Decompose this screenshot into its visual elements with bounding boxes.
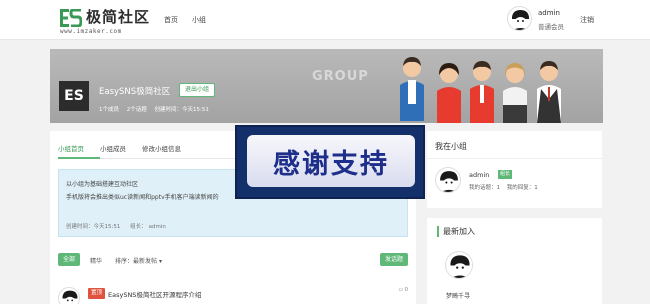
intro-line-2: 手机版将会推出类似uc读新闻和pptv手机客户端读新闻的 — [66, 194, 219, 201]
my-topics: 我的话题：1 — [469, 185, 500, 191]
intro-leader-label: 组长： — [130, 224, 147, 230]
comment-icon: ▫ — [399, 287, 403, 293]
thanks-text: 感谢支持 — [273, 148, 389, 180]
my-group-panel: 我在小组 admin 组长 我的话题：1 我的回复：1 — [427, 131, 602, 208]
sort-value[interactable]: 最新发帖 — [133, 258, 157, 265]
topic-filter-bar: 全部 精华 排序：最新发帖 ▾ 发话题 — [58, 253, 408, 269]
my-group-title: 我在小组 — [435, 142, 467, 151]
my-stats: 我的话题：1 我的回复：1 — [469, 183, 543, 191]
thanks-overlay-banner: 感谢支持 — [235, 125, 425, 199]
group-stats: 1个成员 2个话题 创建时间：今天15:51 — [99, 105, 215, 113]
avatar-face-icon — [436, 168, 460, 192]
active-tab-indicator — [58, 157, 100, 159]
logo-text: 极简社区 — [86, 8, 151, 26]
topic-title[interactable]: EasySNS极简社区开源程序介绍 — [108, 289, 201, 299]
group-banner: ES EasySNS极简社区 退出小组 1个成员 2个话题 创建时间：今天15:… — [50, 49, 603, 123]
intro-created: 创建时间：今天15:51 — [66, 224, 121, 230]
logout-link[interactable]: 注销 — [580, 15, 594, 25]
nav-groups[interactable]: 小组 — [192, 15, 206, 25]
filter-featured[interactable]: 精华 — [90, 256, 102, 265]
new-topic-button[interactable]: 发话题 — [379, 253, 408, 266]
tab-edit-group[interactable]: 修改小组信息 — [142, 143, 181, 153]
filter-all-button[interactable]: 全部 — [58, 253, 81, 266]
top-navbar: 极简社区 www.imzaker.com 首页 小组 admin 普通会员 注销 — [0, 0, 650, 40]
nav-home[interactable]: 首页 — [164, 15, 178, 25]
es-logo-icon — [60, 9, 82, 27]
group-tabs: 小组首页 小组成员 修改小组信息 — [58, 143, 197, 153]
avatar-face-icon — [508, 7, 531, 30]
avatar-face-icon — [59, 288, 79, 304]
topic-row[interactable]: 置顶 EasySNS极简社区开源程序介绍 ▫ 0 — [58, 283, 408, 304]
thanks-overlay-inner: 感谢支持 — [247, 135, 415, 187]
sticky-badge: 置顶 — [88, 288, 106, 299]
newest-title: 最新加入 — [437, 226, 475, 237]
sort-label: 排序： — [115, 258, 134, 265]
my-avatar[interactable] — [435, 167, 461, 193]
my-replies: 我的回复：1 — [506, 185, 538, 191]
side-divider — [427, 158, 602, 159]
created-time: 创建时间：今天15:51 — [154, 107, 209, 113]
avatar-face-icon — [446, 252, 472, 278]
user-name[interactable]: admin — [538, 9, 560, 17]
user-level: 普通会员 — [538, 23, 564, 31]
leader-badge: 组长 — [498, 170, 513, 179]
tab-group-members[interactable]: 小组成员 — [100, 143, 126, 153]
member-count: 1个成员 — [99, 107, 119, 113]
intro-line-1: 以小组为基础搭建互动社区 — [66, 181, 139, 188]
new-member-avatar[interactable] — [445, 251, 473, 279]
intro-meta: 创建时间：今天15:51 组长： admin — [66, 222, 174, 230]
new-member-name[interactable]: 梦畸千寻 — [446, 291, 470, 300]
reply-count: ▫ 0 — [399, 287, 408, 293]
topic-count: 2个话题 — [126, 107, 147, 113]
intro-leader[interactable]: admin — [149, 224, 166, 230]
quit-group-button[interactable]: 退出小组 — [179, 83, 216, 97]
site-logo[interactable]: 极简社区 www.imzaker.com — [60, 8, 151, 35]
logo-url: www.imzaker.com — [60, 28, 122, 35]
my-name[interactable]: admin — [469, 171, 489, 179]
newest-members-panel: 最新加入 梦畸千寻 — [427, 218, 602, 304]
group-word: GROUP — [312, 69, 369, 84]
people-illustration-icon — [400, 57, 561, 123]
sort-control[interactable]: 排序：最新发帖 ▾ — [115, 256, 162, 265]
chevron-down-icon: ▾ — [158, 258, 162, 265]
tab-group-home[interactable]: 小组首页 — [58, 143, 84, 153]
user-avatar[interactable] — [507, 6, 532, 31]
reply-count-value: 0 — [404, 287, 409, 293]
post-author-avatar[interactable] — [58, 287, 80, 304]
group-title: EasySNS极简社区 — [99, 87, 171, 97]
group-logo: ES — [59, 81, 89, 111]
